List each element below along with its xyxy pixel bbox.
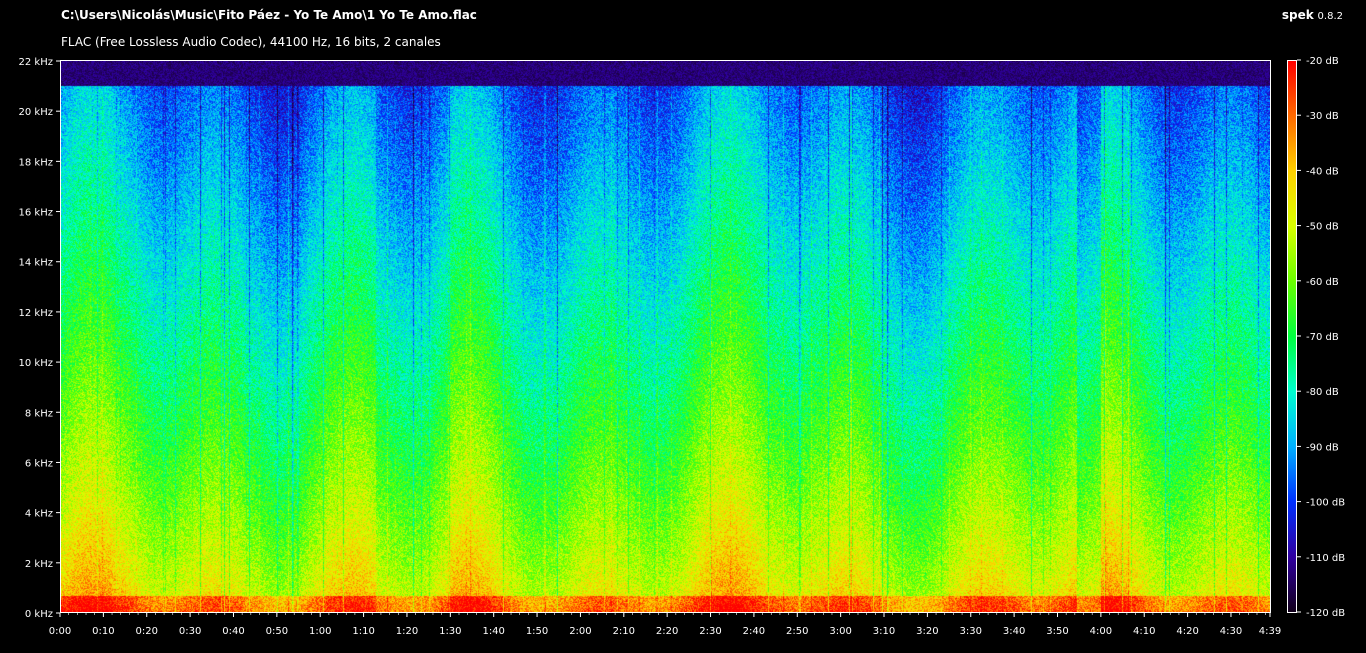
db-tick-label: -120 dB: [1306, 608, 1345, 619]
spectrogram-plot[interactable]: [60, 60, 1271, 613]
time-tick-label: 0:20: [136, 626, 158, 637]
time-tick-label: 2:50: [786, 626, 808, 637]
time-tick-label: 2:40: [743, 626, 765, 637]
time-tick-label: 2:30: [699, 626, 721, 637]
freq-tick-label: 18 kHz: [19, 157, 53, 168]
db-tick-label: -80 dB: [1306, 387, 1339, 398]
db-tick-label: -40 dB: [1306, 166, 1339, 177]
freq-tick-label: 6 kHz: [25, 458, 53, 469]
time-tick-label: 1:10: [352, 626, 374, 637]
time-tick-label: 2:00: [569, 626, 591, 637]
db-tick-label: -30 dB: [1306, 111, 1339, 122]
time-tick-label: 3:20: [916, 626, 938, 637]
freq-tick-label: 10 kHz: [19, 358, 53, 369]
freq-tick-label: 12 kHz: [19, 308, 53, 319]
app-name-version: spek 0.8.2: [1282, 8, 1343, 22]
freq-tick-label: 0 kHz: [25, 609, 53, 620]
time-tick-label: 3:40: [1003, 626, 1025, 637]
time-tick-label: 4:39: [1259, 626, 1281, 637]
freq-tick-label: 22 kHz: [19, 57, 53, 68]
freq-tick-label: 16 kHz: [19, 208, 53, 219]
time-tick-label: 1:50: [526, 626, 548, 637]
app-version: 0.8.2: [1317, 11, 1343, 22]
db-tick-label: -100 dB: [1306, 498, 1345, 509]
db-tick-label: -50 dB: [1306, 222, 1339, 233]
time-tick-label: 1:40: [482, 626, 504, 637]
db-tick-label: -60 dB: [1306, 277, 1339, 288]
time-tick-label: 0:10: [92, 626, 114, 637]
time-tick-label: 2:10: [613, 626, 635, 637]
freq-tick-label: 8 kHz: [25, 408, 53, 419]
time-tick-label: 3:30: [960, 626, 982, 637]
time-tick-label: 3:50: [1046, 626, 1068, 637]
time-tick-label: 1:20: [396, 626, 418, 637]
time-tick-label: 0:00: [49, 626, 71, 637]
time-tick-label: 3:10: [873, 626, 895, 637]
time-tick-label: 3:00: [829, 626, 851, 637]
time-tick-label: 4:20: [1176, 626, 1198, 637]
time-tick-label: 1:30: [439, 626, 461, 637]
file-path-title: C:\Users\Nicolás\Music\Fito Páez - Yo Te…: [61, 8, 477, 22]
db-tick-label: -20 dB: [1306, 56, 1339, 67]
freq-tick-label: 2 kHz: [25, 559, 53, 570]
time-tick-label: 4:10: [1133, 626, 1155, 637]
db-color-scale: [1287, 60, 1297, 613]
time-tick-label: 4:30: [1220, 626, 1242, 637]
time-tick-label: 0:40: [222, 626, 244, 637]
freq-tick-label: 14 kHz: [19, 258, 53, 269]
audio-format-info: FLAC (Free Lossless Audio Codec), 44100 …: [61, 35, 441, 49]
time-tick-label: 0:30: [179, 626, 201, 637]
app-name: spek: [1281, 8, 1314, 22]
db-tick-label: -110 dB: [1306, 553, 1345, 564]
time-tick-label: 2:20: [656, 626, 678, 637]
freq-tick-label: 4 kHz: [25, 509, 53, 520]
db-tick-label: -70 dB: [1306, 332, 1339, 343]
spectrogram-image: [61, 61, 1270, 612]
freq-tick-label: 20 kHz: [19, 107, 53, 118]
time-tick-label: 4:00: [1090, 626, 1112, 637]
db-tick-label: -90 dB: [1306, 442, 1339, 453]
time-tick-label: 1:00: [309, 626, 331, 637]
time-tick-label: 0:50: [266, 626, 288, 637]
